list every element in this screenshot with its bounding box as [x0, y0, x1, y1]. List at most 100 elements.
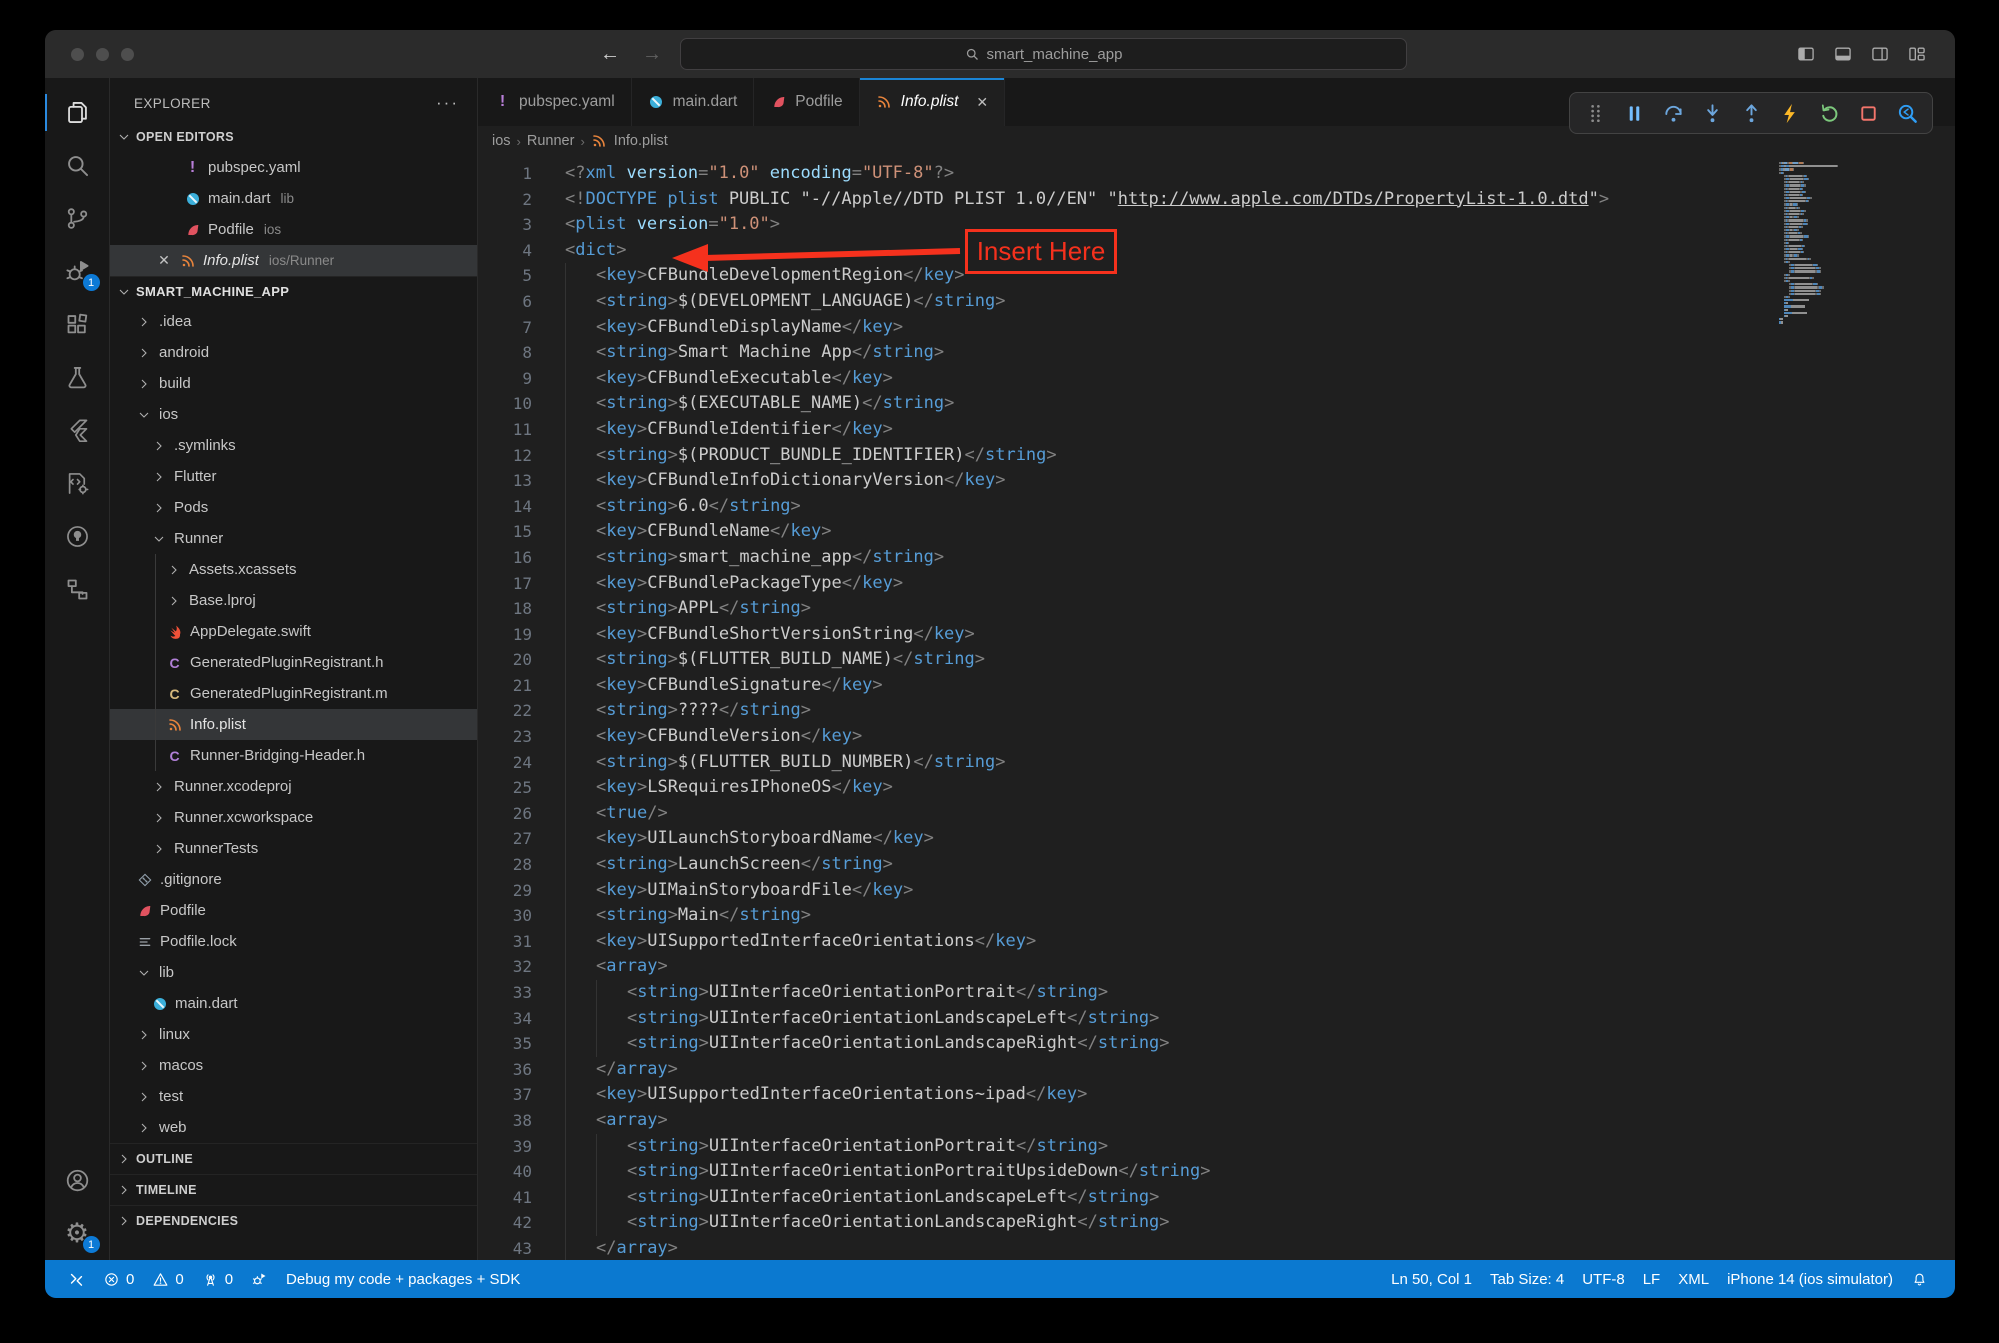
tree-item[interactable]: linux	[110, 1019, 477, 1050]
status-item-error[interactable]: 0	[94, 1260, 143, 1298]
activity-run-debug-icon[interactable]: 1	[45, 245, 110, 298]
breadcrumb-item[interactable]: Runner	[527, 133, 575, 149]
close-icon[interactable]: ✕	[156, 252, 172, 269]
step-out-icon[interactable]	[1736, 98, 1766, 128]
command-center-search[interactable]: smart_machine_app	[680, 38, 1407, 70]
tree-item[interactable]: .idea	[110, 306, 477, 337]
close-window-icon[interactable]	[71, 48, 84, 61]
inspect-widget-icon[interactable]	[1892, 98, 1922, 128]
tree-item[interactable]: Base.lproj	[110, 585, 477, 616]
code-editor[interactable]: 1<?xml version="1.0" encoding="UTF-8"?>2…	[478, 156, 1955, 1260]
tree-item[interactable]: Pods	[110, 492, 477, 523]
open-editors-header[interactable]: OPEN EDITORS	[110, 122, 477, 152]
tree-item[interactable]: Podfile	[110, 895, 477, 926]
tree-item[interactable]: Podfile.lock	[110, 926, 477, 957]
minimize-window-icon[interactable]	[96, 48, 109, 61]
close-icon[interactable]: ✕	[976, 94, 988, 111]
tree-item[interactable]: Runner.xcworkspace	[110, 802, 477, 833]
toggle-left-sidebar-icon[interactable]	[1796, 44, 1816, 64]
nav-back-button[interactable]: ←	[600, 43, 620, 66]
open-editor-item[interactable]: main.dartlib	[110, 183, 477, 214]
status-item-remote[interactable]	[59, 1260, 94, 1298]
breadcrumb-item[interactable]: Info.plist	[614, 133, 668, 149]
hot-reload-icon[interactable]	[1775, 98, 1805, 128]
section-dependencies[interactable]: DEPENDENCIES	[110, 1205, 477, 1236]
activity-settings-icon[interactable]: ⚙1	[45, 1207, 110, 1260]
tree-item[interactable]: AppDelegate.swift	[110, 616, 477, 647]
activity-project-config-icon[interactable]	[45, 457, 110, 510]
status-item-warning[interactable]: 0	[143, 1260, 192, 1298]
customize-layout-icon[interactable]	[1907, 44, 1927, 64]
step-into-icon[interactable]	[1697, 98, 1727, 128]
tree-item[interactable]: CRunner-Bridging-Header.h	[110, 740, 477, 771]
stop-icon[interactable]	[1853, 98, 1883, 128]
tree-item[interactable]: Flutter	[110, 461, 477, 492]
status-item-bell[interactable]	[1902, 1260, 1937, 1298]
activity-testing-icon[interactable]	[45, 351, 110, 404]
status-item[interactable]: Ln 50, Col 1	[1382, 1260, 1481, 1298]
section-outline[interactable]: OUTLINE	[110, 1143, 477, 1174]
open-editor-item[interactable]: ✕Info.plistios/Runner	[110, 245, 477, 276]
tab-pubspec-yaml[interactable]: !pubspec.yaml	[478, 78, 632, 126]
tree-item[interactable]: ios	[110, 399, 477, 430]
activity-source-control-icon[interactable]	[45, 192, 110, 245]
tree-item[interactable]: Assets.xcassets	[110, 554, 477, 585]
tree-item[interactable]: Runner.xcodeproj	[110, 771, 477, 802]
zoom-window-icon[interactable]	[121, 48, 134, 61]
minimap[interactable]	[1779, 162, 1901, 325]
activity-search-icon[interactable]	[45, 139, 110, 192]
step-over-icon[interactable]	[1658, 98, 1688, 128]
tree-item[interactable]: CGeneratedPluginRegistrant.m	[110, 678, 477, 709]
tree-item[interactable]: RunnerTests	[110, 833, 477, 864]
open-editor-item[interactable]: !pubspec.yaml	[110, 152, 477, 183]
line-number: 1	[478, 161, 532, 187]
tree-item[interactable]: web	[110, 1112, 477, 1143]
tree-item[interactable]: Info.plist	[110, 709, 477, 740]
tree-item[interactable]: main.dart	[110, 988, 477, 1019]
tree-item[interactable]: build	[110, 368, 477, 399]
status-item[interactable]: LF	[1634, 1260, 1670, 1298]
restart-icon[interactable]	[1814, 98, 1844, 128]
tree-item[interactable]: Runner	[110, 523, 477, 554]
tree-item[interactable]: .gitignore	[110, 864, 477, 895]
project-section-header[interactable]: SMART_MACHINE_APP	[110, 276, 477, 306]
window-controls[interactable]	[71, 48, 134, 61]
open-editor-item[interactable]: Podfileios	[110, 214, 477, 245]
more-actions-icon[interactable]: ···	[436, 93, 459, 113]
pause-icon[interactable]	[1619, 98, 1649, 128]
activity-hierarchy-icon[interactable]	[45, 563, 110, 616]
code-line: 8<string>Smart Machine App</string>	[478, 340, 1955, 366]
status-item[interactable]: Tab Size: 4	[1481, 1260, 1573, 1298]
toggle-right-sidebar-icon[interactable]	[1870, 44, 1890, 64]
gripper-icon[interactable]	[1580, 98, 1610, 128]
section-timeline[interactable]: TIMELINE	[110, 1174, 477, 1205]
status-item[interactable]: Debug my code + packages + SDK	[277, 1260, 529, 1298]
minimap-line	[1779, 181, 1901, 183]
tree-item[interactable]: android	[110, 337, 477, 368]
activity-account-icon[interactable]	[45, 1154, 110, 1207]
activity-explorer-icon[interactable]	[45, 86, 110, 139]
code-line: 2<!DOCTYPE plist PUBLIC "-//Apple//DTD P…	[478, 187, 1955, 213]
activity-github-icon[interactable]	[45, 510, 110, 563]
tree-item[interactable]: CGeneratedPluginRegistrant.h	[110, 647, 477, 678]
tab-podfile[interactable]: Podfile	[754, 78, 859, 126]
minimap-line	[1779, 210, 1901, 212]
status-item[interactable]: XML	[1669, 1260, 1718, 1298]
vscode-window: ← → smart_machine_app 1⚙1 EXPLORER ··· O…	[45, 30, 1955, 1298]
tree-item-label: ios	[159, 406, 178, 423]
nav-forward-button[interactable]: →	[642, 43, 662, 66]
activity-extensions-icon[interactable]	[45, 298, 110, 351]
tab-info-plist[interactable]: Info.plist✕	[860, 78, 1005, 126]
status-item-debug-alt[interactable]	[242, 1260, 277, 1298]
tree-item[interactable]: lib	[110, 957, 477, 988]
toggle-panel-icon[interactable]	[1833, 44, 1853, 64]
status-item[interactable]: UTF-8	[1573, 1260, 1634, 1298]
breadcrumb-item[interactable]: ios	[492, 133, 511, 149]
status-item-tower[interactable]: 0	[193, 1260, 242, 1298]
tree-item[interactable]: .symlinks	[110, 430, 477, 461]
tab-main-dart[interactable]: main.dart	[632, 78, 755, 126]
tree-item[interactable]: macos	[110, 1050, 477, 1081]
activity-flutter-icon[interactable]	[45, 404, 110, 457]
status-item[interactable]: iPhone 14 (ios simulator)	[1718, 1260, 1902, 1298]
tree-item[interactable]: test	[110, 1081, 477, 1112]
